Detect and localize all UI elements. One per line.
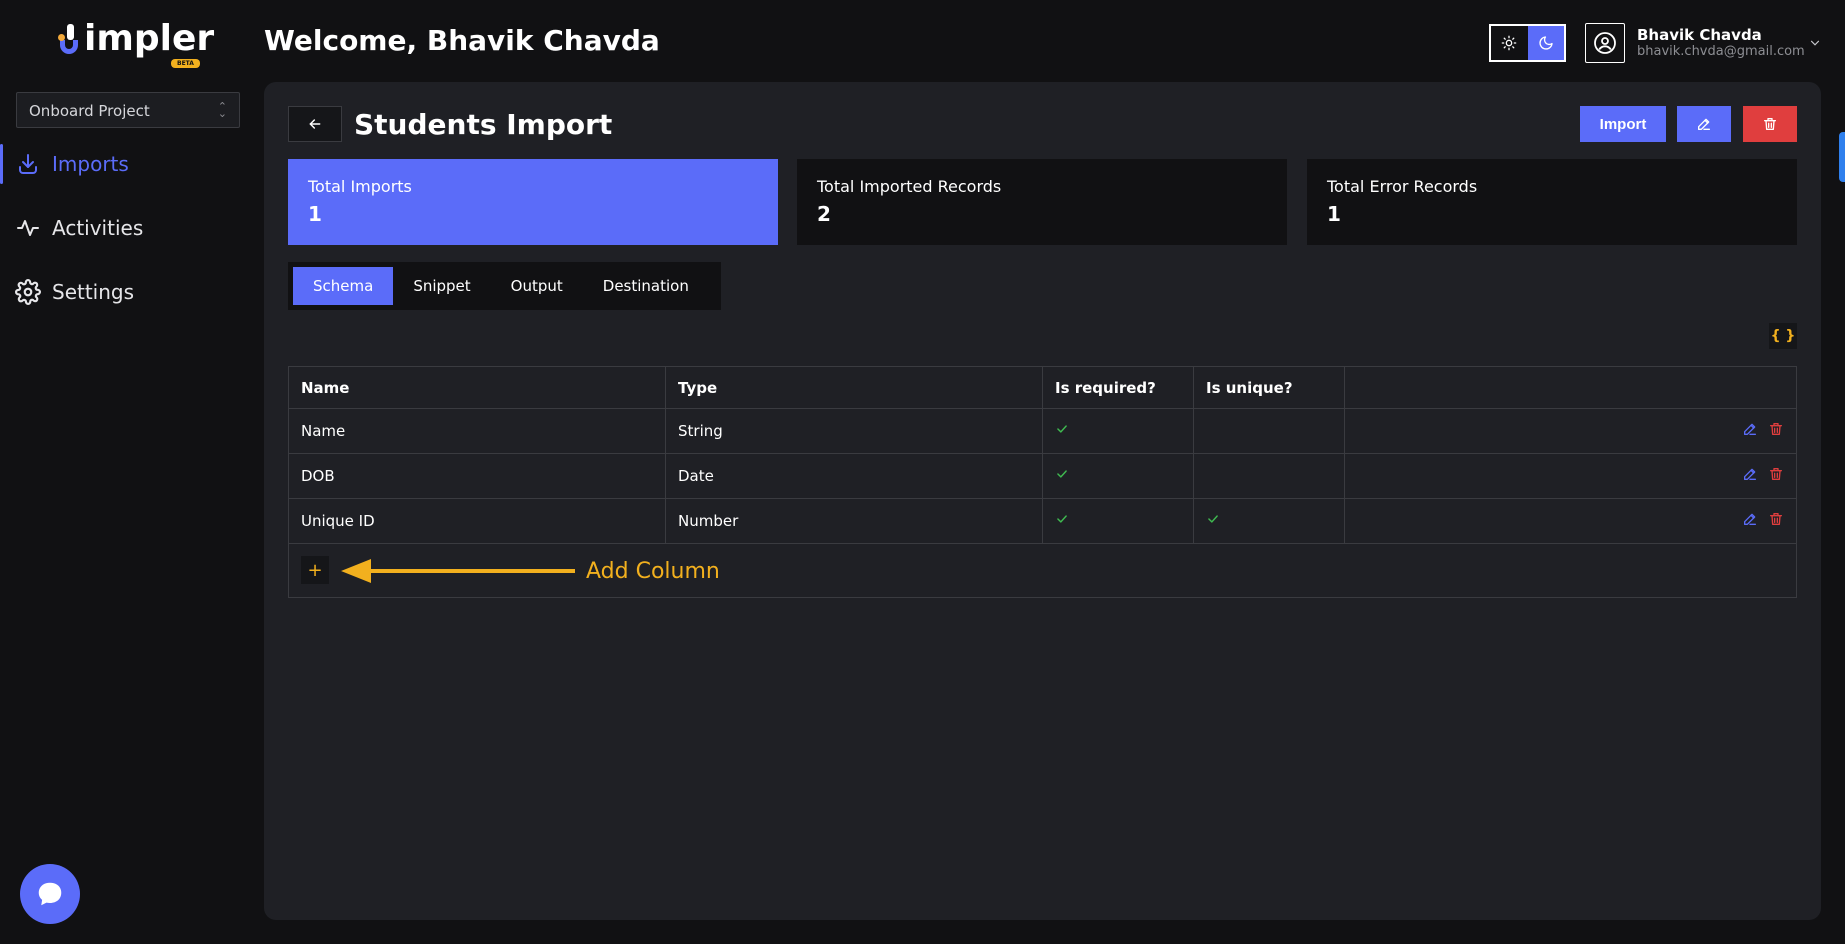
stat-total-imported-records: Total Imported Records 2 bbox=[797, 159, 1287, 245]
check-icon bbox=[1055, 512, 1069, 530]
trash-icon bbox=[1764, 118, 1776, 130]
stat-value: 2 bbox=[817, 202, 831, 226]
cell-name: DOB bbox=[288, 453, 666, 499]
sidebar-item-activities[interactable]: Activities bbox=[0, 204, 264, 252]
light-mode-button[interactable] bbox=[1491, 26, 1528, 60]
cell-required bbox=[1042, 408, 1194, 454]
edit-column-pencil-icon[interactable] bbox=[1742, 421, 1758, 441]
column-header: Is unique? bbox=[1193, 366, 1345, 409]
table-row: DOB Date bbox=[288, 453, 1797, 499]
json-editor-button[interactable]: { } bbox=[1769, 323, 1797, 349]
chevron-down-icon bbox=[1810, 40, 1820, 46]
edit-import-button[interactable] bbox=[1677, 106, 1731, 142]
chat-icon bbox=[38, 882, 62, 906]
delete-column-trash-icon[interactable] bbox=[1768, 511, 1784, 531]
beta-badge: BETA bbox=[171, 59, 200, 68]
stat-label: Total Imports bbox=[308, 177, 412, 196]
stat-label: Total Imported Records bbox=[817, 177, 1002, 196]
page-title: Students Import bbox=[354, 108, 613, 141]
cell-name: Name bbox=[288, 408, 666, 454]
schema-table: Name Type Is required? Is unique? Name St… bbox=[288, 366, 1797, 544]
select-chevron-icon: ⌃ ⌄ bbox=[217, 100, 227, 120]
dark-mode-button[interactable] bbox=[1527, 26, 1564, 60]
stat-total-imports: Total Imports 1 bbox=[288, 159, 778, 245]
cell-unique bbox=[1193, 408, 1345, 454]
tab-bar: Schema Snippet Output Destination bbox=[288, 262, 721, 310]
import-button[interactable]: Import bbox=[1580, 106, 1666, 142]
cell-unique bbox=[1193, 453, 1345, 499]
edit-column-pencil-icon[interactable] bbox=[1742, 511, 1758, 531]
column-header: Is required? bbox=[1042, 366, 1194, 409]
scroll-indicator[interactable] bbox=[1839, 132, 1845, 182]
check-icon bbox=[1055, 467, 1069, 485]
avatar bbox=[1585, 23, 1625, 63]
cell-type: Date bbox=[665, 453, 1043, 499]
arrow-left-icon bbox=[309, 119, 321, 129]
column-header: Type bbox=[665, 366, 1043, 409]
cell-actions bbox=[1344, 453, 1797, 499]
cell-name: Unique ID bbox=[288, 498, 666, 544]
project-select-value: Onboard Project bbox=[29, 102, 150, 120]
delete-column-trash-icon[interactable] bbox=[1768, 421, 1784, 441]
sidebar: impler BETA Onboard Project ⌃ ⌄ Imports A… bbox=[0, 0, 264, 944]
sidebar-item-label: Settings bbox=[52, 280, 135, 304]
cell-required bbox=[1042, 498, 1194, 544]
download-icon bbox=[14, 150, 42, 178]
sidebar-item-imports[interactable]: Imports bbox=[0, 140, 264, 188]
table-header-row: Name Type Is required? Is unique? bbox=[288, 366, 1797, 409]
stat-value: 1 bbox=[1327, 202, 1341, 226]
cell-required bbox=[1042, 453, 1194, 499]
table-row: Name String bbox=[288, 408, 1797, 454]
moon-icon bbox=[1539, 36, 1553, 50]
activity-icon bbox=[14, 214, 42, 242]
column-header bbox=[1344, 366, 1797, 409]
user-menu[interactable]: Bhavik Chavda bhavik.chvda@gmail.com bbox=[1585, 22, 1820, 64]
tab-destination[interactable]: Destination bbox=[583, 267, 709, 305]
user-name: Bhavik Chavda bbox=[1637, 26, 1762, 44]
pencil-icon bbox=[1698, 118, 1710, 130]
check-icon bbox=[1055, 422, 1069, 440]
tab-schema[interactable]: Schema bbox=[293, 267, 394, 305]
edit-column-pencil-icon[interactable] bbox=[1742, 466, 1758, 486]
stat-total-error-records: Total Error Records 1 bbox=[1307, 159, 1797, 245]
tab-output[interactable]: Output bbox=[491, 267, 583, 305]
sidebar-item-label: Activities bbox=[52, 216, 144, 240]
delete-column-trash-icon[interactable] bbox=[1768, 466, 1784, 486]
check-icon bbox=[1206, 512, 1220, 530]
project-select[interactable]: Onboard Project ⌃ ⌄ bbox=[16, 92, 240, 128]
sidebar-item-label: Imports bbox=[52, 152, 129, 176]
impler-logo-icon bbox=[58, 20, 84, 60]
back-button[interactable] bbox=[288, 106, 342, 142]
logo-text: impler bbox=[84, 18, 215, 59]
cell-actions bbox=[1344, 498, 1797, 544]
table-row: Unique ID Number bbox=[288, 498, 1797, 544]
chat-bubble-button[interactable] bbox=[20, 864, 80, 924]
user-email: bhavik.chvda@gmail.com bbox=[1637, 44, 1805, 59]
column-header: Name bbox=[288, 366, 666, 409]
user-icon bbox=[1594, 32, 1616, 54]
logo[interactable]: impler BETA bbox=[58, 20, 214, 68]
stat-value: 1 bbox=[308, 202, 322, 226]
annotation-arrow-icon bbox=[341, 559, 575, 583]
welcome-heading: Welcome, Bhavik Chavda bbox=[264, 24, 660, 57]
cell-type: Number bbox=[665, 498, 1043, 544]
delete-import-button[interactable] bbox=[1743, 106, 1797, 142]
gear-icon bbox=[14, 278, 42, 306]
sun-icon bbox=[1501, 35, 1517, 51]
cell-unique bbox=[1193, 498, 1345, 544]
main-panel: Students Import Import Total Imports 1 T… bbox=[264, 82, 1821, 920]
annotation-label: Add Column bbox=[586, 559, 720, 584]
stat-label: Total Error Records bbox=[1327, 177, 1478, 196]
add-column-row: + Add Column bbox=[288, 544, 1797, 598]
sidebar-item-settings[interactable]: Settings bbox=[0, 268, 264, 316]
cell-type: String bbox=[665, 408, 1043, 454]
cell-actions bbox=[1344, 408, 1797, 454]
theme-toggle[interactable] bbox=[1489, 24, 1566, 62]
tab-snippet[interactable]: Snippet bbox=[393, 267, 490, 305]
add-column-button[interactable]: + bbox=[301, 556, 329, 584]
